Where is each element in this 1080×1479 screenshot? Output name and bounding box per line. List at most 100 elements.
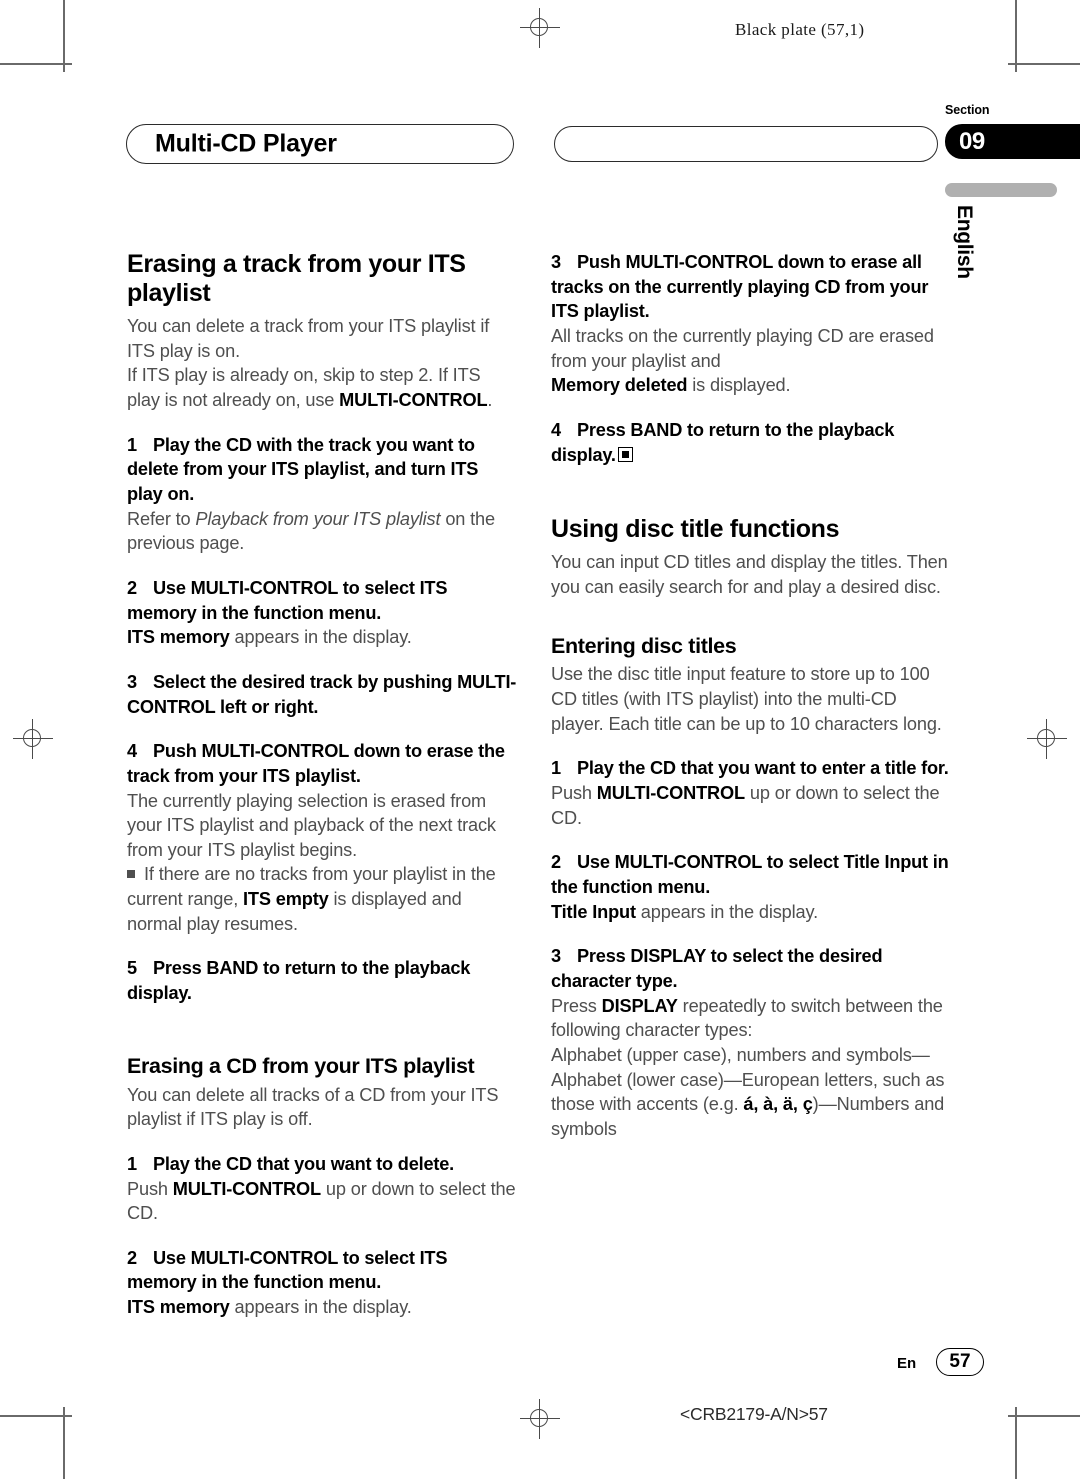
right-step-4-number: 4 (551, 419, 561, 440)
step-1: 1 Play the CD with the track you want to … (127, 433, 517, 507)
erasing-cd-step-1-note: Push MULTI-CONTROL up or down to select … (127, 1177, 517, 1226)
registration-mark-right (1027, 719, 1067, 759)
right-step-3-note-c: is displayed. (687, 375, 791, 396)
erasing-cd-step-1-keyword: MULTI-CONTROL (172, 1178, 321, 1199)
step-3-number: 3 (127, 671, 137, 692)
disc-step-3-character-types: Alphabet (upper case), numbers and symbo… (551, 1043, 949, 1142)
erasing-cd-step-2-note-rest: appears in the display. (229, 1297, 412, 1318)
step-1-note-a: Refer to (127, 508, 196, 529)
disc-step-2-keyword: Title Input (551, 901, 636, 922)
disc-step-3-note-a: Press (551, 995, 602, 1016)
registration-mark-top (520, 8, 560, 48)
intro-2-text-c: . (487, 389, 493, 410)
registration-mark-bottom (520, 1399, 560, 1439)
step-4-bullet-note: If there are no tracks from your playlis… (127, 862, 517, 936)
footer-document-code: <CRB2179-A/N>57 (680, 1404, 828, 1424)
step-4-text: Push MULTI-CONTROL down to erase the tra… (127, 741, 505, 786)
disc-step-1-keyword: MULTI-CONTROL (596, 782, 745, 803)
step-3: 3 Select the desired track by pushing MUL… (127, 670, 517, 719)
disc-step-2-note-rest: appears in the display. (635, 901, 818, 922)
intro-2-keyword: MULTI-CONTROL (339, 389, 488, 410)
language-bar (945, 183, 1057, 197)
disc-step-3: 3 Press DISPLAY to select the desired cha… (551, 944, 949, 993)
crop-mark-top-left-v (63, 0, 65, 72)
header-pill-empty (554, 126, 938, 162)
right-step-3-note-a: All tracks on the currently playing CD a… (551, 325, 934, 371)
erasing-cd-step-2-number: 2 (127, 1247, 137, 1268)
step-3-text: Select the desired track by pushing MULT… (127, 671, 517, 717)
chapter-title-pill: Multi-CD Player (126, 124, 514, 164)
step-1-text: Play the CD with the track you want to d… (127, 434, 479, 504)
black-plate-slug: Black plate (57,1) (735, 20, 865, 39)
crop-mark-top-right-h (1008, 63, 1080, 65)
disc-step-1-number: 1 (551, 758, 561, 779)
crop-mark-bottom-right-v (1015, 1407, 1017, 1479)
right-step-3: 3 Push MULTI-CONTROL down to erase all tr… (551, 250, 949, 324)
footer-page-number: 57 (936, 1348, 984, 1376)
crop-mark-bottom-left-v (63, 1407, 65, 1479)
step-2-note-rest: appears in the display. (229, 627, 412, 648)
end-of-section-marker-icon (617, 446, 633, 462)
accent-examples: á, à, ä, ç (743, 1094, 813, 1115)
left-column: Erasing a track from your ITS playlist Y… (127, 250, 517, 1320)
step-2-note: ITS memory appears in the display. (127, 625, 517, 650)
chapter-title: Multi-CD Player (155, 129, 337, 158)
square-bullet-icon (127, 870, 135, 879)
disc-step-2: 2 Use MULTI-CONTROL to select Title Input… (551, 850, 949, 899)
step-4-note: The currently playing selection is erase… (127, 790, 496, 860)
erasing-cd-step-1: 1 Play the CD that you want to delete. (127, 1152, 517, 1177)
erasing-cd-step-1-text: Play the CD that you want to delete. (153, 1153, 455, 1174)
right-step-3-note: All tracks on the currently playing CD a… (551, 324, 949, 398)
step-4-number: 4 (127, 741, 137, 762)
right-step-3-keyword: Memory deleted (551, 375, 688, 396)
step-2-note-keyword: ITS memory (127, 627, 230, 648)
entering-disc-titles-intro: Use the disc title input feature to stor… (551, 664, 942, 734)
subheading-entering-disc-titles: Entering disc titles (551, 633, 737, 658)
disc-step-1-note-a: Push (551, 782, 597, 803)
erasing-cd-intro: You can delete all tracks of a CD from y… (127, 1084, 499, 1130)
disc-step-2-number: 2 (551, 852, 561, 873)
step-5-text: Press BAND to return to the playback dis… (127, 958, 471, 1004)
right-step-3-text: Push MULTI-CONTROL down to erase all tra… (551, 252, 929, 322)
disc-step-3-keyword: DISPLAY (601, 995, 678, 1016)
disc-step-2-note: Title Input appears in the display. (551, 900, 949, 925)
erasing-cd-step-2-text: Use MULTI-CONTROL to select ITS memory i… (127, 1247, 448, 1293)
section-heading-disc-title: Using disc title functions (551, 515, 840, 544)
footer-language-code: En (897, 1355, 917, 1372)
erasing-cd-step-1-number: 1 (127, 1153, 137, 1174)
step-4: 4 Push MULTI-CONTROL down to erase the tr… (127, 739, 517, 788)
crop-mark-top-left-h (0, 63, 72, 65)
section-number-tab: 09 (945, 124, 1080, 159)
right-step-4: 4 Press BAND to return to the playback di… (551, 418, 949, 467)
section-label: Section (945, 103, 990, 117)
erasing-cd-step-2: 2 Use MULTI-CONTROL to select ITS memory … (127, 1246, 517, 1295)
step-2-text: Use MULTI-CONTROL to select ITS memory i… (127, 577, 448, 623)
crop-mark-bottom-right-h (1008, 1415, 1080, 1417)
registration-mark-left (13, 719, 53, 759)
right-column: 3 Push MULTI-CONTROL down to erase all tr… (551, 250, 949, 1142)
disc-title-intro: You can input CD titles and display the … (551, 552, 948, 597)
disc-step-1-text: Play the CD that you want to enter a tit… (577, 758, 949, 779)
disc-step-3-note: Press DISPLAY repeatedly to switch betwe… (551, 994, 949, 1043)
disc-step-3-number: 3 (551, 946, 561, 967)
step-1-note: Refer to Playback from your ITS playlist… (127, 507, 517, 556)
intro-paragraph-2: If ITS play is already on, skip to step … (127, 363, 517, 412)
step-5-number: 5 (127, 958, 137, 979)
erasing-cd-step-1-note-a: Push (127, 1178, 173, 1199)
bullet-keyword: ITS empty (243, 889, 329, 910)
disc-step-3-text: Press DISPLAY to select the desired char… (551, 946, 883, 991)
step-2-number: 2 (127, 577, 137, 598)
section-heading-erasing-track: Erasing a track from your ITS playlist (127, 250, 466, 307)
crop-mark-top-right-v (1015, 0, 1017, 72)
disc-step-1-note: Push MULTI-CONTROL up or down to select … (551, 781, 949, 830)
step-1-note-reference: Playback from your ITS playlist (195, 508, 441, 529)
intro-paragraph-1: You can delete a track from your ITS pla… (127, 316, 490, 361)
erasing-cd-step-2-note: ITS memory appears in the display. (127, 1295, 517, 1320)
language-tab-label: English (953, 205, 976, 279)
section-heading-erasing-cd: Erasing a CD from your ITS playlist (127, 1053, 475, 1078)
step-5: 5 Press BAND to return to the playback di… (127, 956, 517, 1005)
section-number: 09 (959, 127, 985, 155)
manual-page: Black plate (57,1) Multi-CD Player Secti… (0, 0, 1080, 1479)
crop-mark-bottom-left-h (0, 1415, 72, 1417)
disc-step-2-text: Use MULTI-CONTROL to select Title Input … (551, 852, 949, 897)
